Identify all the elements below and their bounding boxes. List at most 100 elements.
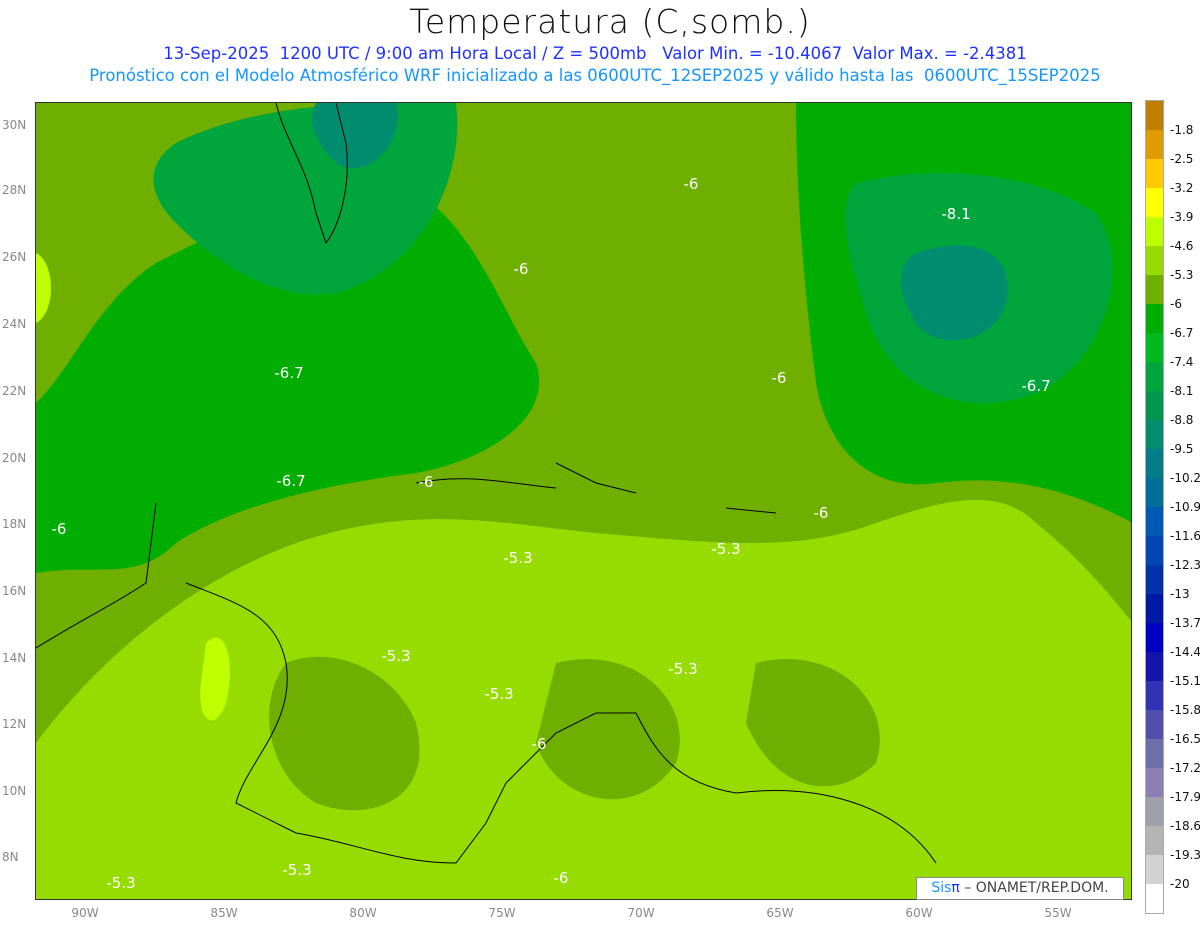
colorbar-swatch [1146, 275, 1163, 304]
credit-sis: Sis [931, 880, 952, 896]
lat-tick-label: 30N [2, 118, 27, 132]
colorbar-swatch [1146, 420, 1163, 449]
subtitle-valid-time: 13-Sep-2025 1200 UTC / 9:00 am Hora Loca… [163, 44, 1027, 63]
contour-label: -6 [513, 260, 529, 278]
lat-tick-label: 24N [2, 317, 27, 331]
contour-label: -6.7 [276, 472, 306, 490]
lon-tick-label: 85W [210, 906, 238, 920]
contour-label: -5.3 [381, 647, 411, 665]
colorbar-swatch [1146, 826, 1163, 855]
colorbar-label: -15.8 [1170, 703, 1200, 717]
colorbar-swatch [1146, 246, 1163, 275]
colorbar-swatch [1146, 652, 1163, 681]
colorbar-swatch [1146, 391, 1163, 420]
colorbar-swatch [1146, 681, 1163, 710]
lon-tick-label: 75W [488, 906, 516, 920]
contour-label: -6 [51, 520, 67, 538]
colorbar-swatch [1146, 362, 1163, 391]
contour-label: -6.7 [274, 364, 304, 382]
subtitle-model-info: Pronóstico con el Modelo Atmosférico WRF… [89, 66, 1101, 85]
lon-tick-label: 90W [71, 906, 99, 920]
contour-label: -6 [813, 504, 829, 522]
contour-label: -6 [683, 175, 699, 193]
contour-label: -6 [771, 369, 787, 387]
colorbar-label: -10.2 [1170, 471, 1200, 485]
colorbar-swatch [1146, 101, 1163, 130]
contour-label: -5.3 [668, 660, 698, 678]
colorbar-label: -6.7 [1170, 326, 1194, 340]
colorbar-swatch [1146, 304, 1163, 333]
contour-label: -6.7 [1021, 377, 1051, 395]
colorbar-label: -1.8 [1170, 123, 1194, 137]
colorbar-swatch [1146, 478, 1163, 507]
colorbar-label: -13 [1170, 587, 1190, 601]
colorbar-swatch [1146, 623, 1163, 652]
colorbar-swatch [1146, 507, 1163, 536]
lon-tick-label: 65W [766, 906, 794, 920]
colorbar-label: -11.6 [1170, 529, 1200, 543]
credit-pi: π [951, 880, 960, 896]
lon-tick-label: 70W [627, 906, 655, 920]
colorbar-swatch [1146, 188, 1163, 217]
colorbar-swatch [1146, 536, 1163, 565]
contour-label: -5.3 [282, 861, 312, 879]
lat-tick-label: 22N [2, 384, 27, 398]
colorbar-swatch [1146, 449, 1163, 478]
colorbar-label: -13.7 [1170, 616, 1200, 630]
contour-label: -5.3 [106, 874, 136, 892]
lat-tick-label: 10N [2, 784, 27, 798]
lat-tick-label: 20N [2, 451, 27, 465]
colorbar-swatch [1146, 594, 1163, 623]
lat-tick-label: 28N [2, 183, 27, 197]
contour-label: -5.3 [711, 540, 741, 558]
lon-tick-label: 55W [1044, 906, 1072, 920]
lat-tick-label: 14N [2, 651, 27, 665]
colorbar-label: -14.4 [1170, 645, 1200, 659]
colorbar-label: -6 [1170, 297, 1182, 311]
colorbar-swatch [1146, 797, 1163, 826]
colorbar-label: -3.9 [1170, 210, 1194, 224]
colorbar-label: -8.1 [1170, 384, 1194, 398]
lon-tick-label: 80W [349, 906, 377, 920]
colorbar-swatch [1146, 217, 1163, 246]
colorbar-swatch [1146, 159, 1163, 188]
colorbar-label: -16.5 [1170, 732, 1200, 746]
colorbar-label: -15.1 [1170, 674, 1200, 688]
colorbar-label: -19.3 [1170, 848, 1200, 862]
colorbar-label: -17.2 [1170, 761, 1200, 775]
temperature-map: -6 -8.1 -6 -6.7 -6 -6.7 -6.7 -6 -6 -6 -5.3 -5.3 -5.3… [35, 102, 1132, 900]
contour-label: -6 [553, 869, 569, 887]
colorbar-label: -12.3 [1170, 558, 1200, 572]
colorbar-label: -4.6 [1170, 239, 1194, 253]
lat-tick-label: 12N [2, 717, 27, 731]
colorbar-swatch [1146, 739, 1163, 768]
colorbar-label: -2.5 [1170, 152, 1194, 166]
credit-box: Sisπ – ONAMET/REP.DOM. [916, 877, 1124, 900]
colorbar-swatch [1146, 768, 1163, 797]
chart-title: Temperatura (C,somb.) [409, 2, 811, 41]
lat-tick-label: 16N [2, 584, 27, 598]
colorbar-swatch [1146, 130, 1163, 159]
contour-label: -6 [531, 735, 547, 753]
colorbar-label: -8.8 [1170, 413, 1194, 427]
lat-tick-label: 18N [2, 517, 27, 531]
lat-tick-label: 26N [2, 250, 27, 264]
contour-label: -6 [418, 473, 434, 491]
colorbar-swatch [1146, 884, 1163, 913]
colorbar-label: -20 [1170, 877, 1190, 891]
lat-tick-label: 8N [2, 850, 19, 864]
colorbar-label: -17.9 [1170, 790, 1200, 804]
contour-label: -5.3 [503, 549, 533, 567]
colorbar-label: -3.2 [1170, 181, 1194, 195]
lon-tick-label: 60W [905, 906, 933, 920]
contour-label: -8.1 [941, 205, 971, 223]
colorbar-label: -7.4 [1170, 355, 1194, 369]
contour-label: -5.3 [484, 685, 514, 703]
colorbar-label: -5.3 [1170, 268, 1194, 282]
colorbar-label: -18.6 [1170, 819, 1200, 833]
colorbar-swatch [1146, 710, 1163, 739]
colorbar [1145, 100, 1164, 914]
colorbar-swatch [1146, 333, 1163, 362]
colorbar-swatch [1146, 565, 1163, 594]
credit-onamet: – ONAMET/REP.DOM. [959, 880, 1109, 896]
